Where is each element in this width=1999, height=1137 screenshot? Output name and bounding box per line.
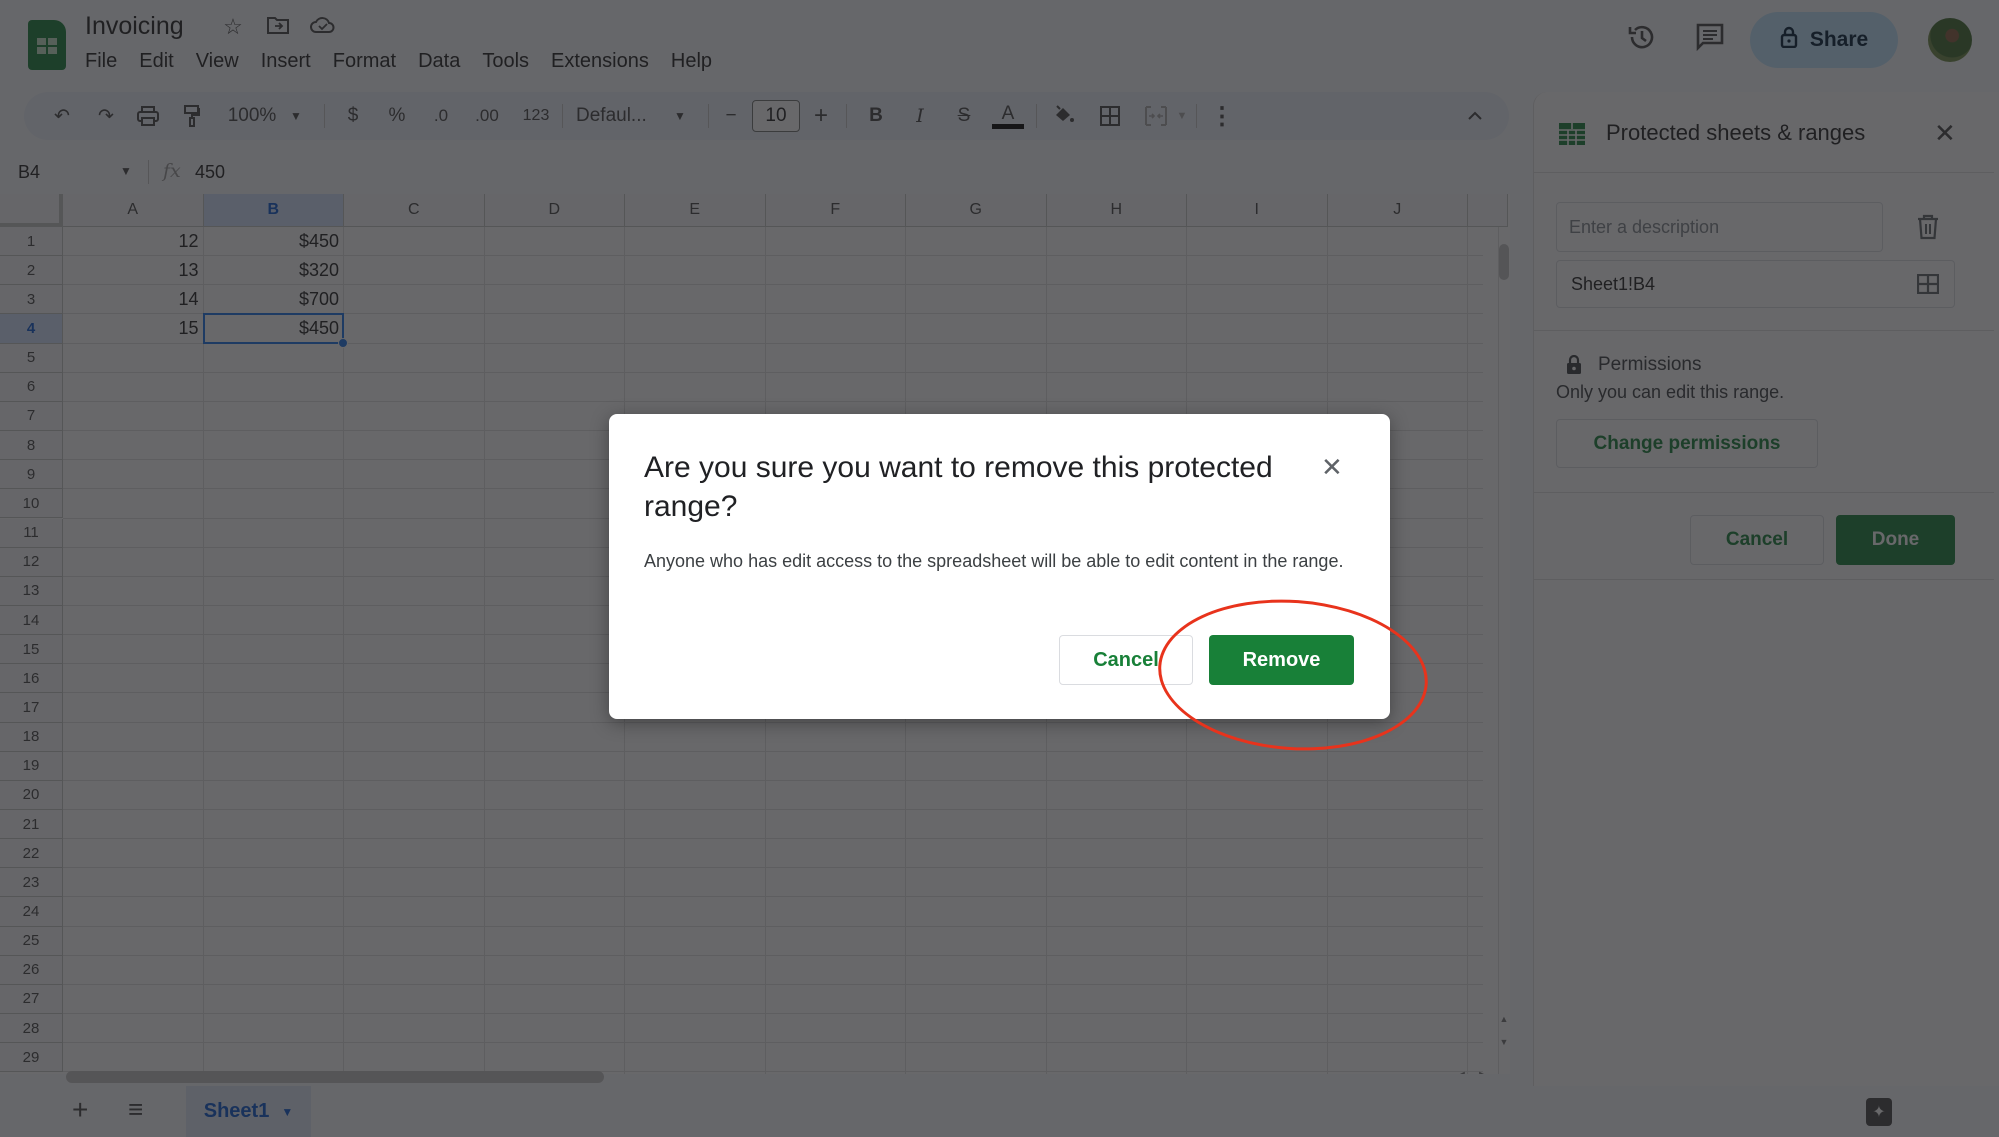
dialog-close-icon[interactable]: ✕ (1321, 452, 1343, 483)
dialog-title: Are you sure you want to remove this pro… (644, 451, 1273, 523)
dialog-message: Anyone who has edit access to the spread… (644, 551, 1344, 571)
remove-protected-range-dialog: Are you sure you want to remove this pro… (609, 414, 1390, 719)
dialog-cancel-button[interactable]: Cancel (1059, 635, 1193, 685)
dialog-remove-button[interactable]: Remove (1209, 635, 1354, 685)
